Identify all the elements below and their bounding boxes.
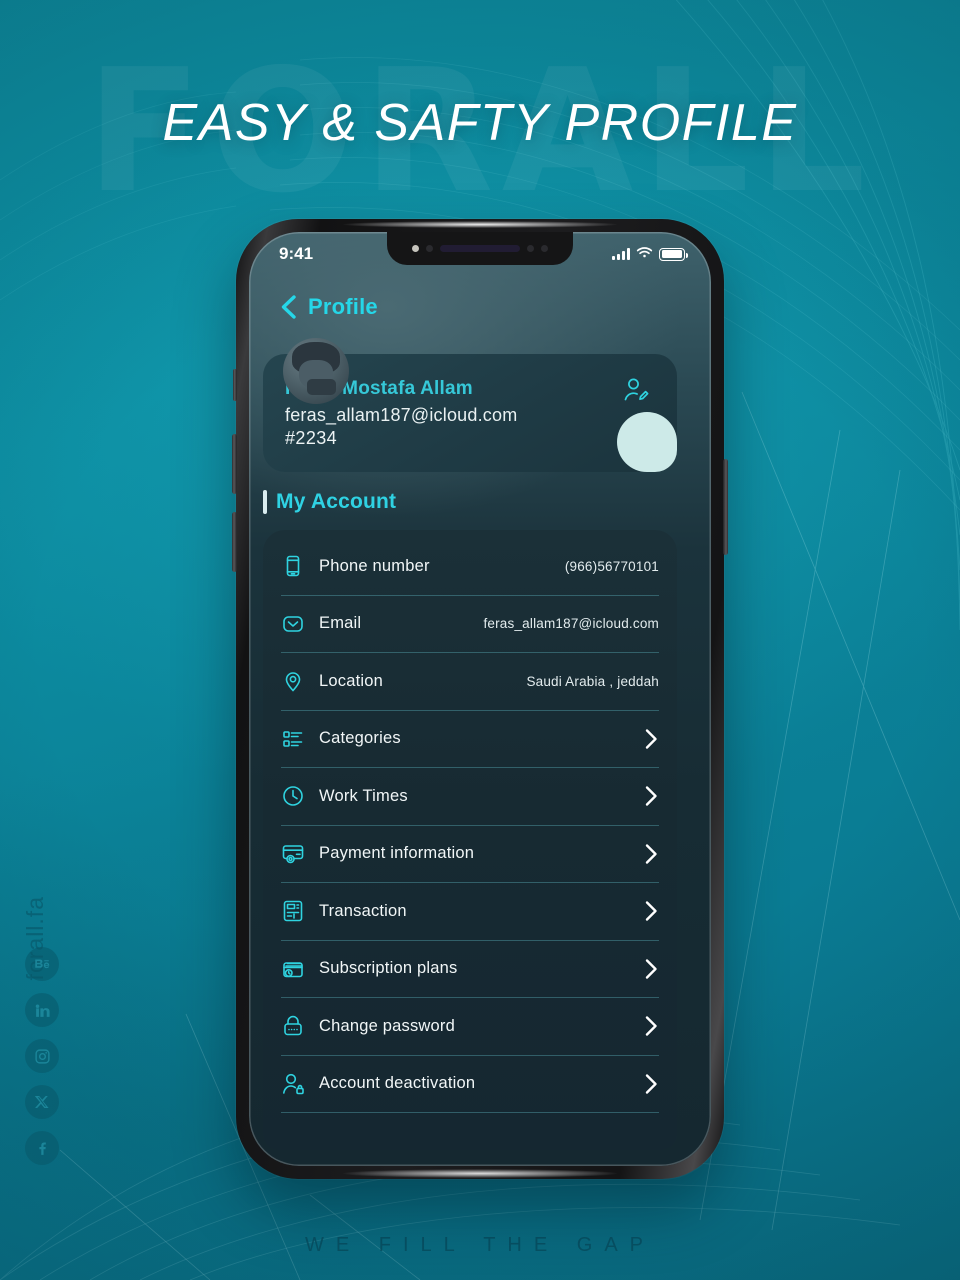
section-title: My Account (276, 490, 397, 513)
list-item-value: (966)56770101 (564, 558, 659, 574)
avatar-mouth (306, 378, 336, 395)
navigation-bar: Profile (279, 294, 378, 320)
instagram-icon[interactable] (25, 1039, 59, 1073)
subscription-cards-icon (281, 957, 305, 981)
list-item-label: Work Times (319, 786, 408, 805)
list-item[interactable]: Phone number (966)56770101 (281, 538, 659, 596)
poster-headline: EASY & SAFTY PROFILE (162, 94, 798, 152)
list-item[interactable]: Transaction (281, 883, 659, 941)
list-item[interactable]: Change password (281, 998, 659, 1056)
chevron-right-icon[interactable] (644, 958, 659, 980)
categories-list-icon (281, 727, 305, 751)
chevron-left-icon[interactable] (279, 294, 298, 320)
section-header: My Account (263, 490, 396, 514)
decorative-leaf-shape (617, 412, 677, 472)
list-item[interactable]: Subscription plans (281, 941, 659, 998)
list-item-value: Saudi Arabia , jeddah (526, 673, 659, 689)
avatar[interactable] (283, 338, 349, 404)
sensor-dot (412, 245, 419, 252)
chevron-right-icon[interactable] (644, 785, 659, 807)
cellular-bars-icon (612, 248, 630, 260)
list-item-label: Account deactivation (319, 1074, 476, 1093)
volume-down-button[interactable] (232, 512, 237, 572)
section-accent-bar (263, 490, 267, 514)
list-item-label: Phone number (319, 556, 430, 575)
chevron-right-icon[interactable] (644, 1015, 659, 1037)
account-settings-list: Phone number (966)56770101 Email feras_a… (263, 530, 677, 1150)
battery-full-icon (659, 247, 688, 261)
location-pin-icon (281, 669, 305, 693)
list-item[interactable]: Categories (281, 711, 659, 768)
mute-switch[interactable] (233, 369, 237, 401)
credit-card-lock-icon (281, 842, 305, 866)
list-item[interactable]: Location Saudi Arabia , jeddah (281, 653, 659, 711)
list-item-label: Transaction (319, 901, 407, 920)
list-item-label: Location (319, 671, 383, 690)
social-links (18, 947, 66, 1165)
list-item[interactable]: Account deactivation (281, 1056, 659, 1113)
power-button[interactable] (723, 459, 728, 555)
list-item-label: Subscription plans (319, 959, 458, 978)
chevron-right-icon[interactable] (644, 1073, 659, 1095)
front-camera-icon (541, 245, 548, 252)
chevron-right-icon[interactable] (644, 728, 659, 750)
sensor-dot (527, 245, 534, 252)
linkedin-icon[interactable] (25, 993, 59, 1027)
list-item-value: feras_allam187@icloud.com (483, 616, 659, 632)
phone-notch (387, 232, 573, 265)
list-item[interactable]: Payment information (281, 826, 659, 883)
profile-id: #2234 (285, 428, 338, 448)
sensor-dot (426, 245, 433, 252)
user-lock-icon (281, 1072, 305, 1096)
list-item[interactable]: Email feras_allam187@icloud.com (281, 596, 659, 653)
profile-email: feras_allam187@icloud.com (285, 405, 518, 425)
list-item-label: Categories (319, 729, 401, 748)
phone-screen: 9:41 Profile Feras Mostafa Allam feras_a… (249, 232, 711, 1166)
mobile-phone-icon (281, 554, 305, 578)
padlock-icon (281, 1014, 305, 1038)
page-title: Profile (308, 294, 378, 319)
edit-profile-icon[interactable] (621, 376, 651, 411)
x-twitter-icon[interactable] (25, 1085, 59, 1119)
poster-tagline: WE FILL THE GAP (304, 1234, 656, 1256)
list-item-label: Payment information (319, 844, 475, 863)
list-item[interactable]: Work Times (281, 768, 659, 826)
list-item-label: Change password (319, 1016, 455, 1035)
volume-up-button[interactable] (232, 434, 237, 494)
atm-receipt-icon (281, 899, 305, 923)
envelope-icon (281, 612, 305, 636)
earpiece-speaker (440, 245, 520, 252)
list-item-label: Email (319, 614, 362, 633)
wifi-icon (636, 244, 653, 264)
clock-icon (281, 784, 305, 808)
chevron-right-icon[interactable] (644, 843, 659, 865)
status-bar-time: 9:41 (279, 244, 314, 263)
phone-mockup: 9:41 Profile Feras Mostafa Allam feras_a… (232, 219, 728, 1179)
facebook-icon[interactable] (25, 1131, 59, 1165)
behance-icon[interactable] (25, 947, 59, 981)
chevron-right-icon[interactable] (644, 900, 659, 922)
